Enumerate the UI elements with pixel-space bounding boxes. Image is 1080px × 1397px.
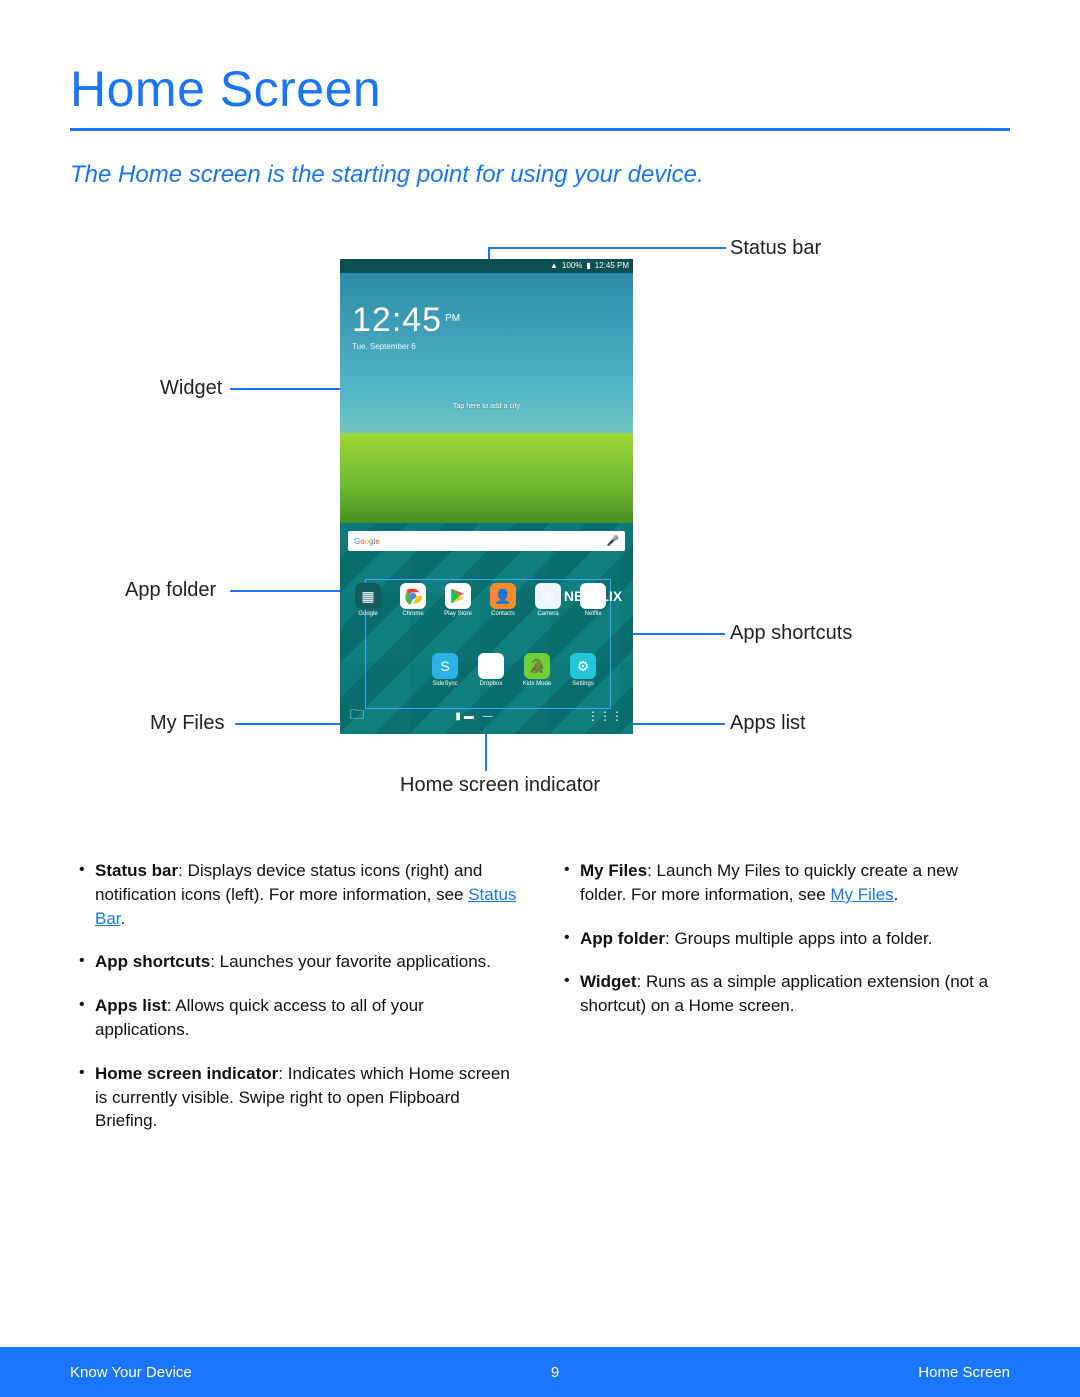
bullet-text: : Groups multiple apps into a folder.	[665, 929, 932, 948]
bullet-item: App shortcuts: Launches your favorite ap…	[75, 950, 520, 974]
app-row: S SideSync ⧈ Dropbox 🐊 Kids Mode ⚙ Setti…	[425, 653, 625, 687]
app-play-store[interactable]: Play Store	[438, 583, 478, 617]
home-screen-indicator[interactable]: ▮▬ —	[455, 711, 495, 722]
footer-left: Know Your Device	[70, 1364, 192, 1381]
grass-bg	[340, 433, 633, 523]
callout-widget: Widget	[160, 377, 222, 400]
leader-line	[230, 590, 355, 592]
app-label: Settings	[572, 681, 594, 687]
bullet-item: Widget: Runs as a simple application ext…	[560, 970, 1005, 1018]
bullets-section: Status bar: Displays device status icons…	[70, 859, 1010, 1153]
nav-row: 🗀 ▮▬ — ⋮⋮⋮	[340, 704, 633, 728]
app-sidesync[interactable]: S SideSync	[425, 653, 465, 687]
inline-link[interactable]: My Files	[830, 885, 893, 904]
clock-weather-widget[interactable]: 12:45PM Tue, September 6 Tap here to add…	[340, 273, 633, 523]
bullet-term: Widget	[580, 972, 637, 991]
leader-line	[485, 729, 487, 771]
callout-my-files: My Files	[150, 712, 224, 735]
leader-line	[235, 723, 350, 725]
annotated-diagram: Status bar Widget App folder My Files Ap…	[70, 229, 1010, 829]
settings-icon: ⚙	[570, 653, 596, 679]
wifi-icon: ▲	[550, 262, 558, 270]
title-rule	[70, 128, 1010, 131]
bullet-term: My Files	[580, 861, 647, 880]
page-title: Home Screen	[70, 60, 1010, 118]
callout-home-indicator: Home screen indicator	[400, 774, 600, 797]
app-label: Contacts	[491, 611, 515, 617]
app-camera[interactable]: ◎ Camera	[528, 583, 568, 617]
bullet-text-after: .	[894, 885, 899, 904]
bullet-item: Status bar: Displays device status icons…	[75, 859, 520, 930]
status-time: 12:45 PM	[595, 262, 629, 270]
clock-date: Tue, September 6	[352, 342, 460, 351]
clock-time: 12:45	[352, 301, 442, 340]
tablet-screenshot: ▲ 100% ▮ 12:45 PM 12:45PM Tue, September…	[340, 259, 633, 734]
sidesync-icon: S	[432, 653, 458, 679]
my-files-icon[interactable]: 🗀	[350, 704, 364, 728]
bullet-term: Apps list	[95, 996, 167, 1015]
battery-text: 100%	[562, 262, 582, 270]
page-subtitle: The Home screen is the starting point fo…	[70, 161, 1010, 189]
app-label: Chrome	[402, 611, 423, 617]
app-label: Play Store	[444, 611, 472, 617]
callout-status-bar: Status bar	[730, 237, 821, 260]
contacts-icon: 👤	[490, 583, 516, 609]
play-store-icon	[445, 583, 471, 609]
bullet-term: Status bar	[95, 861, 178, 880]
app-settings[interactable]: ⚙ Settings	[563, 653, 603, 687]
leader-line	[628, 723, 725, 725]
netflix-icon: NETFLIX	[580, 583, 606, 609]
bullet-text: : Runs as a simple application extension…	[580, 972, 988, 1015]
bullet-text-after: .	[121, 909, 126, 928]
folder-icon: ▦	[355, 583, 381, 609]
app-folder-google[interactable]: ▦ Google	[348, 583, 388, 617]
callout-app-shortcuts: App shortcuts	[730, 622, 852, 645]
bullets-left: Status bar: Displays device status icons…	[75, 859, 520, 1153]
dropbox-icon: ⧈	[478, 653, 504, 679]
app-label: SideSync	[432, 681, 457, 687]
weather-hint[interactable]: Tap here to add a city	[453, 403, 520, 410]
bullet-text: : Launches your favorite applications.	[210, 952, 491, 971]
bullet-item: My Files: Launch My Files to quickly cre…	[560, 859, 1005, 907]
app-chrome[interactable]: Chrome	[393, 583, 433, 617]
leader-line	[230, 388, 350, 390]
callout-app-folder: App folder	[125, 579, 216, 602]
bullet-item: Home screen indicator: Indicates which H…	[75, 1062, 520, 1133]
battery-icon: ▮	[586, 262, 590, 270]
app-contacts[interactable]: 👤 Contacts	[483, 583, 523, 617]
app-row: ▦ Google Chrome Play Store 👤	[348, 583, 628, 617]
camera-icon: ◎	[535, 583, 561, 609]
bullets-right: My Files: Launch My Files to quickly cre…	[560, 859, 1005, 1153]
apps-list-icon[interactable]: ⋮⋮⋮	[587, 709, 623, 723]
app-label: Camera	[537, 611, 558, 617]
bullet-term: App folder	[580, 929, 665, 948]
app-label: Netflix	[585, 611, 602, 617]
app-netflix[interactable]: NETFLIX Netflix	[573, 583, 613, 617]
bullet-term: Home screen indicator	[95, 1064, 278, 1083]
status-bar: ▲ 100% ▮ 12:45 PM	[340, 259, 633, 273]
chrome-icon	[400, 583, 426, 609]
kids-mode-icon: 🐊	[524, 653, 550, 679]
app-label: Dropbox	[480, 681, 503, 687]
footer-page: 9	[551, 1364, 559, 1381]
bullet-item: Apps list: Allows quick access to all of…	[75, 994, 520, 1042]
google-logo: Google	[354, 537, 380, 546]
app-kids-mode[interactable]: 🐊 Kids Mode	[517, 653, 557, 687]
app-dropbox[interactable]: ⧈ Dropbox	[471, 653, 511, 687]
page-footer: Know Your Device 9 Home Screen	[0, 1347, 1080, 1397]
clock-ampm: PM	[445, 313, 460, 324]
footer-right: Home Screen	[918, 1364, 1010, 1381]
bullet-item: App folder: Groups multiple apps into a …	[560, 927, 1005, 951]
mic-icon[interactable]: 🎤	[607, 536, 619, 547]
app-label: Kids Mode	[523, 681, 551, 687]
bullet-term: App shortcuts	[95, 952, 210, 971]
clock: 12:45PM Tue, September 6	[352, 301, 460, 351]
leader-line	[488, 247, 726, 249]
callout-apps-list: Apps list	[730, 712, 806, 735]
app-label: Google	[358, 611, 377, 617]
google-search-widget[interactable]: Google 🎤	[348, 531, 625, 551]
